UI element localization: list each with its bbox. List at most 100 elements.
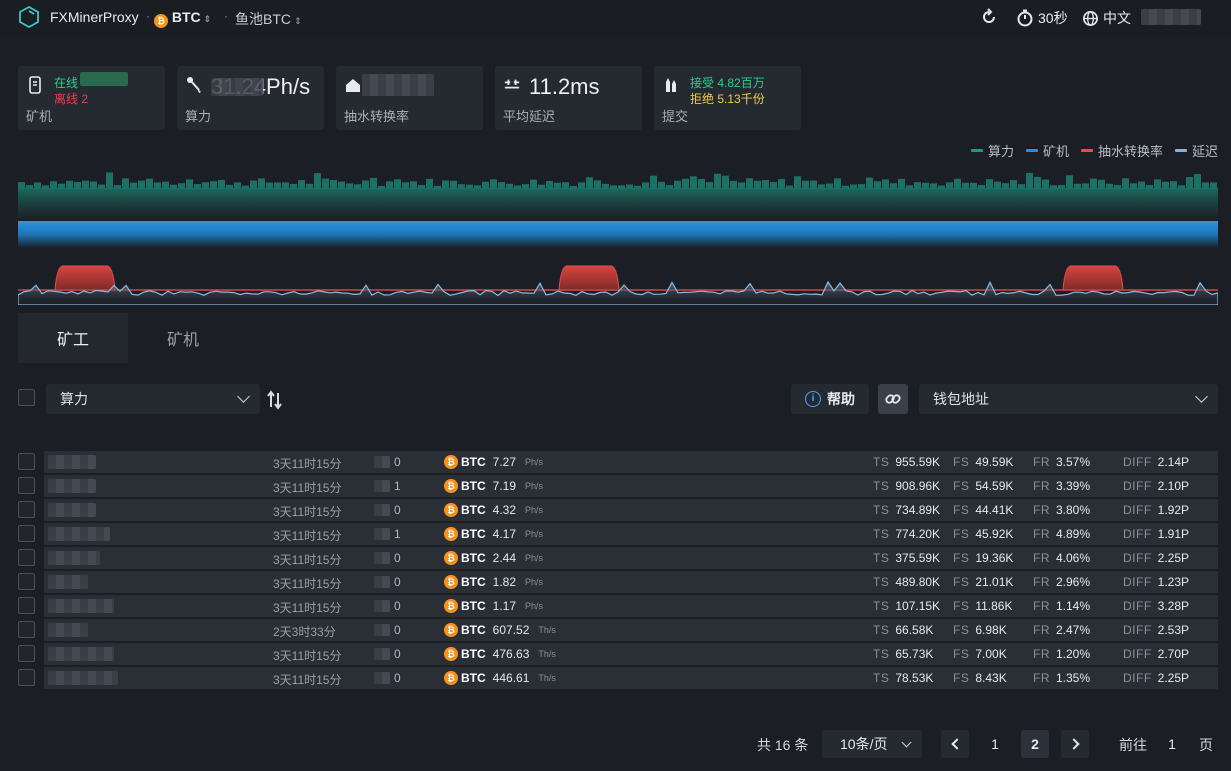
- fs-value: 6.98K: [975, 623, 1007, 637]
- difficulty: DIFF 2.14P: [1123, 455, 1189, 469]
- next-page-button[interactable]: [1061, 730, 1089, 758]
- hashrate-bar: [866, 177, 873, 189]
- ts-key: TS: [873, 623, 890, 637]
- row-checkbox[interactable]: [18, 573, 35, 590]
- refresh-interval-selector[interactable]: 30秒: [1016, 8, 1068, 28]
- help-label: 帮助: [827, 391, 855, 407]
- language-selector[interactable]: 中文: [1082, 8, 1131, 28]
- row-checkbox[interactable]: [18, 621, 35, 638]
- stopwatch-icon: [1017, 9, 1033, 27]
- miners-online: 在线: [54, 76, 79, 90]
- tab-machines[interactable]: 矿机: [128, 313, 238, 363]
- pool-selector[interactable]: 鱼池BTC ⇕: [235, 9, 302, 29]
- tab-workers[interactable]: 矿工: [18, 313, 128, 363]
- row-checkbox[interactable]: [18, 501, 35, 518]
- legend-swatch: [1025, 149, 1038, 152]
- hashrate-bar: [26, 185, 33, 189]
- page-button-2[interactable]: 2: [1021, 730, 1049, 758]
- legend-swatch: [1080, 149, 1093, 152]
- hashrate-bar: [682, 178, 689, 189]
- hashrate-bar: [1194, 173, 1201, 189]
- hashrate-unit: Ph/s: [525, 577, 544, 587]
- legend-item-miners[interactable]: 矿机: [1025, 141, 1069, 160]
- hashrate-bar: [1034, 176, 1041, 189]
- online-count-redacted: [80, 72, 128, 86]
- diff-value: 1.92P: [1157, 503, 1190, 517]
- legend-item-fee-rate[interactable]: 抽水转换率: [1080, 141, 1163, 160]
- worker-connections: 0: [374, 575, 401, 589]
- fr-value: 3.39%: [1056, 479, 1091, 493]
- app-logo-icon: [19, 5, 39, 29]
- table-row[interactable]: 2天3时33分 0 ₿ BTC 607.52 Th/s TS 66.58K FS 6.98K FR 2…: [18, 619, 1218, 641]
- hashrate-bar: [994, 181, 1001, 189]
- fs-value: 8.43K: [975, 671, 1007, 685]
- table-row[interactable]: 3天11时15分 0 ₿ BTC 7.27 Ph/s TS 955.59K FS 49.59K FR…: [18, 451, 1218, 473]
- fee-ratio: FR 2.47%: [1033, 623, 1090, 637]
- diff-key: DIFF: [1123, 503, 1152, 517]
- row-checkbox[interactable]: [18, 597, 35, 614]
- wallet-address-select[interactable]: 钱包地址: [919, 384, 1218, 414]
- worker-connections: 0: [374, 455, 401, 469]
- worker-name-redacted: [48, 503, 96, 517]
- table-row[interactable]: 3天11时15分 0 ₿ BTC 446.61 Th/s TS 78.53K FS 8.43K FR…: [18, 667, 1218, 689]
- table-row[interactable]: 3天11时15分 0 ₿ BTC 1.82 Ph/s TS 489.80K FS 21.01K FR…: [18, 571, 1218, 593]
- refresh-button[interactable]: [980, 8, 998, 26]
- help-button[interactable]: i 帮助: [791, 384, 869, 414]
- page-button-1[interactable]: 1: [981, 730, 1009, 758]
- sort-field-select[interactable]: 算力: [46, 384, 260, 414]
- row-checkbox[interactable]: [18, 525, 35, 542]
- shares-card: 接受 4.82百万 拒绝 5.13千份 提交: [654, 66, 801, 130]
- table-row[interactable]: 3天11时15分 0 ₿ BTC 2.44 Ph/s TS 375.59K FS 19.36K FR…: [18, 547, 1218, 569]
- ts-key: TS: [873, 671, 890, 685]
- link-wallet-button[interactable]: [878, 384, 908, 414]
- hashrate-bar: [1154, 179, 1161, 189]
- hashrate-value: 7.19: [492, 479, 517, 493]
- hashrate-bar: [658, 181, 665, 189]
- row-checkbox[interactable]: [18, 669, 35, 686]
- hashrate-bar: [666, 185, 673, 189]
- legend-item-hashrate[interactable]: 算力: [970, 141, 1014, 160]
- prev-page-button[interactable]: [941, 730, 969, 758]
- legend-item-latency[interactable]: 延迟: [1174, 141, 1218, 160]
- worker-uptime: 3天11时15分: [273, 529, 342, 543]
- row-checkbox[interactable]: [18, 549, 35, 566]
- fs-key: FS: [953, 599, 970, 613]
- table-row[interactable]: 3天11时15分 0 ₿ BTC 1.17 Ph/s TS 107.15K FS 11.86K FR…: [18, 595, 1218, 617]
- table-row[interactable]: 3天11时15分 1 ₿ BTC 7.19 Ph/s TS 908.96K FS 54.59K FR…: [18, 475, 1218, 497]
- hashrate-bar: [1090, 178, 1097, 189]
- fee-rate-card: 抽水转换率: [336, 66, 483, 130]
- sort-order-icon[interactable]: [266, 389, 286, 411]
- fr-key: FR: [1033, 503, 1050, 517]
- goto-page-input[interactable]: 1: [1153, 730, 1191, 758]
- hashrate-bar: [90, 181, 97, 189]
- connections-value: 0: [394, 647, 401, 661]
- table-row[interactable]: 3天11时15分 0 ₿ BTC 4.32 Ph/s TS 734.89K FS 44.41K FR…: [18, 499, 1218, 521]
- hashrate-bar: [554, 182, 561, 189]
- select-all-checkbox[interactable]: [18, 389, 35, 406]
- ts-value: 908.96K: [895, 479, 941, 493]
- info-icon: i: [805, 391, 821, 407]
- coin-selector[interactable]: ₿ BTC ⇕: [154, 9, 211, 28]
- worker-uptime: 3天11时15分: [273, 553, 342, 567]
- table-row[interactable]: 3天11时15分 0 ₿ BTC 476.63 Th/s TS 65.73K FS 7.00K FR…: [18, 643, 1218, 665]
- page-size-value: 10条/页: [840, 736, 888, 752]
- row-checkbox[interactable]: [18, 453, 35, 470]
- worker-hashrate: ₿ BTC 446.61 Th/s: [444, 671, 556, 685]
- connections-redacted: [374, 672, 390, 684]
- hashrate-value: 607.52: [492, 623, 530, 637]
- user-account-redacted[interactable]: [1141, 9, 1201, 25]
- bitcoin-icon: ₿: [444, 647, 458, 661]
- hashrate-bar: [882, 179, 889, 189]
- hashrate-bar: [426, 178, 433, 189]
- page-size-select[interactable]: 10条/页: [822, 730, 922, 758]
- row-checkbox[interactable]: [18, 645, 35, 662]
- row-checkbox[interactable]: [18, 477, 35, 494]
- ts-key: TS: [873, 575, 890, 589]
- hashrate-unit: Ph/s: [525, 505, 544, 515]
- worker-connections: 0: [374, 647, 401, 661]
- fr-value: 4.89%: [1056, 527, 1091, 541]
- worker-connections: 0: [374, 623, 401, 637]
- refresh-interval-label: 30秒: [1038, 10, 1068, 26]
- hashrate-bar: [1106, 183, 1113, 189]
- table-row[interactable]: 3天11时15分 1 ₿ BTC 4.17 Ph/s TS 774.20K FS 45.92K FR…: [18, 523, 1218, 545]
